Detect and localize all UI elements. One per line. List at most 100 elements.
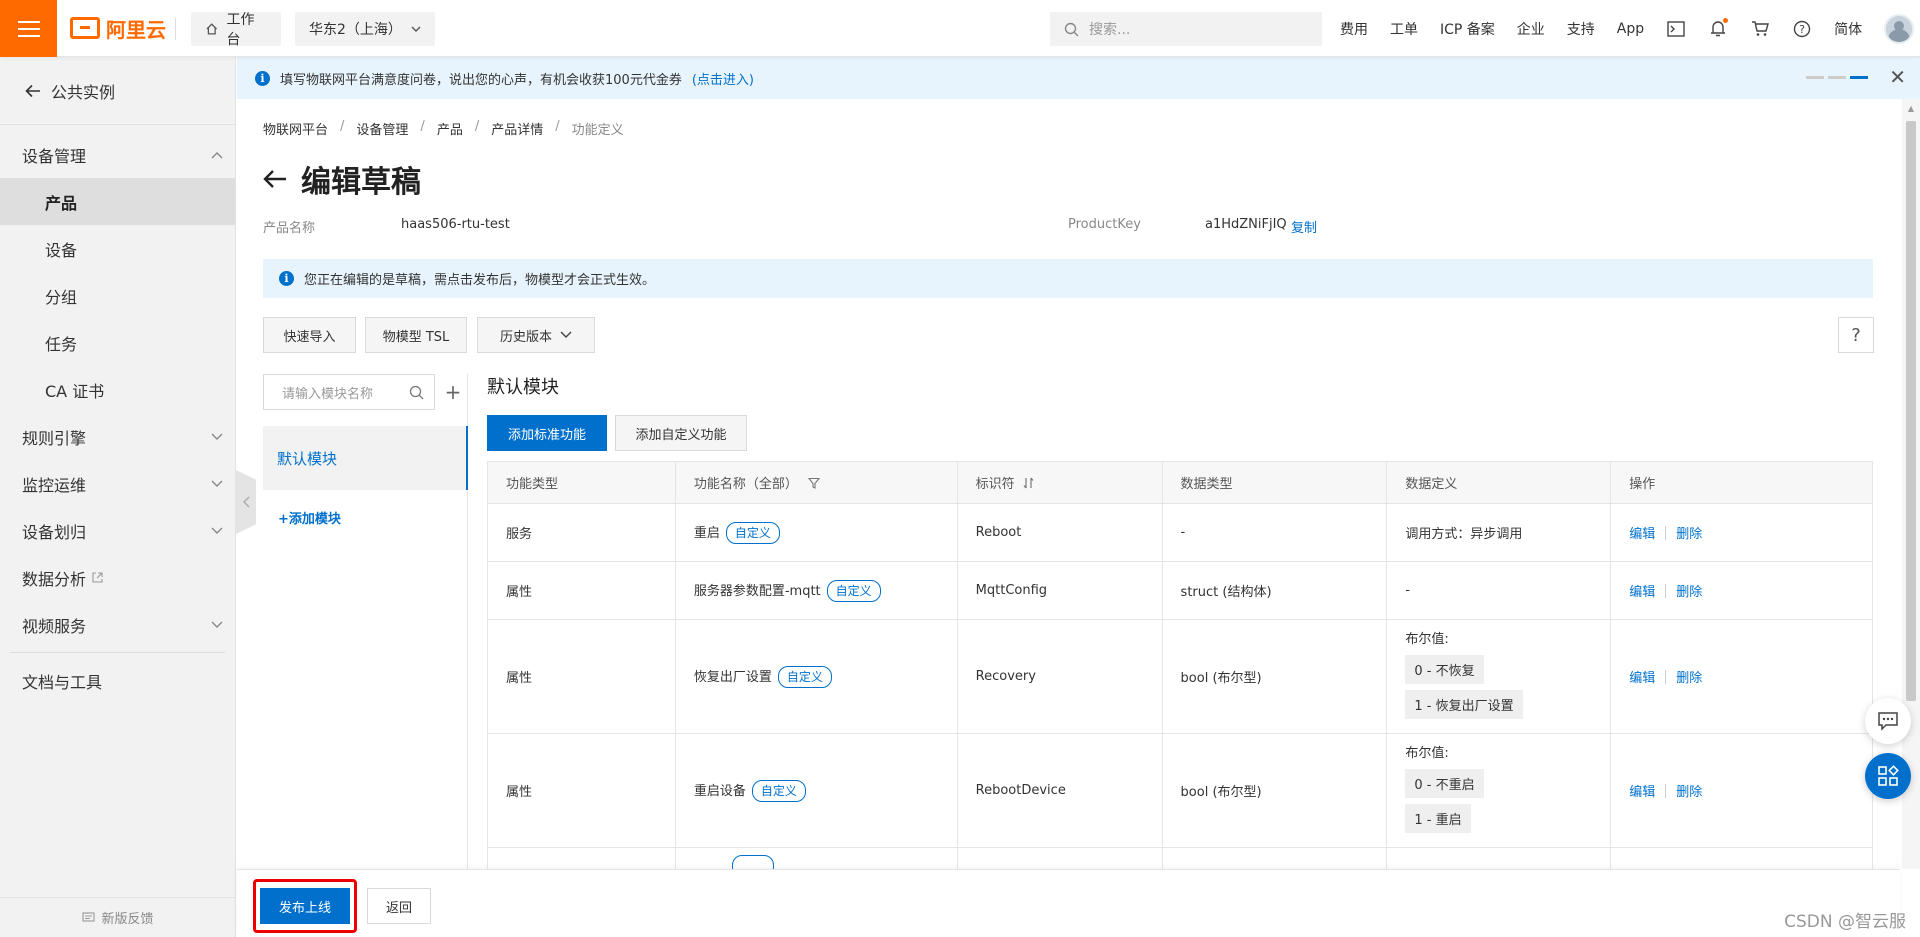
sidebar-group-video[interactable]: 视频服务: [0, 601, 235, 648]
product-name-value: haas506-rtu-test: [401, 217, 510, 232]
sidebar-item-device[interactable]: 设备: [0, 225, 235, 272]
sidebar-group-rules[interactable]: 规则引擎: [0, 413, 235, 460]
delete-link[interactable]: 删除: [1676, 785, 1702, 800]
search-placeholder: 搜索...: [1089, 22, 1131, 38]
search-icon: [409, 385, 424, 399]
chat-icon[interactable]: [1865, 698, 1911, 744]
edit-link[interactable]: 编辑: [1629, 585, 1655, 600]
draft-notice: i 您正在编辑的是草稿，需点击发布后，物模型才会正式生效。: [263, 259, 1873, 298]
divider: [1665, 784, 1667, 798]
bell-icon[interactable]: [1708, 17, 1729, 39]
filter-icon[interactable]: [807, 477, 821, 489]
help-button[interactable]: ?: [1838, 317, 1874, 353]
link-billing[interactable]: 费用: [1340, 19, 1368, 39]
cell-name: ____: [674, 847, 958, 869]
module-title: 默认模块: [487, 377, 559, 398]
sidebar-group-device-mgmt[interactable]: 设备管理: [0, 131, 235, 178]
user-avatar[interactable]: [1884, 13, 1915, 44]
cell-data-type: bool (布尔型): [1161, 619, 1388, 734]
arrow-left-icon: [25, 84, 40, 97]
edit-link[interactable]: 编辑: [1629, 527, 1655, 542]
pager-dot-active[interactable]: [1850, 76, 1868, 79]
sidebar-item-task[interactable]: 任务: [0, 319, 235, 366]
chevron-down-icon: [411, 26, 421, 32]
add-standard-feature-button[interactable]: 添加标准功能: [487, 415, 607, 451]
terminal-icon[interactable]: [1666, 19, 1686, 39]
cell-data-def: 布尔值: 0 - 不恢复 1 - 恢复出厂设置: [1386, 619, 1612, 734]
add-module-icon[interactable]: +: [443, 374, 463, 410]
copy-link[interactable]: 复制: [1291, 217, 1317, 236]
sidebar-item-analytics[interactable]: 数据分析: [0, 554, 235, 601]
module-item-default[interactable]: 默认模块: [263, 426, 468, 490]
table-row: 属性 重启设备 自定义 RebootDevice bool (布尔型) 布尔值: …: [487, 733, 1873, 848]
sidebar-item-ca-cert[interactable]: CA 证书: [0, 366, 235, 413]
chevron-down-icon: [211, 621, 223, 628]
add-custom-feature-button[interactable]: 添加自定义功能: [615, 415, 747, 451]
breadcrumb-item[interactable]: 设备管理: [356, 119, 408, 138]
breadcrumb-item[interactable]: 物联网平台: [263, 119, 328, 138]
quick-import-button[interactable]: 快速导入: [263, 317, 356, 353]
edit-link[interactable]: 编辑: [1629, 785, 1655, 800]
link-support[interactable]: 支持: [1567, 19, 1595, 39]
sort-icon[interactable]: [1023, 477, 1035, 489]
scroll-up-icon[interactable]: ▲: [1902, 99, 1920, 117]
add-module-link[interactable]: +添加模块: [278, 508, 341, 527]
svg-text:?: ?: [1799, 23, 1805, 36]
tsl-button[interactable]: 物模型 TSL: [365, 317, 467, 353]
pager-dot[interactable]: [1828, 76, 1846, 79]
history-version-dropdown[interactable]: 历史版本: [477, 317, 595, 353]
back-to-public-instance[interactable]: 公共实例: [0, 57, 235, 125]
language-switch[interactable]: 简体: [1834, 19, 1862, 39]
edit-link[interactable]: 编辑: [1629, 671, 1655, 686]
apps-icon[interactable]: [1865, 753, 1911, 799]
sidebar-item-docs[interactable]: 文档与工具: [0, 657, 235, 704]
bool-label: 布尔值:: [1405, 746, 1449, 761]
publish-button[interactable]: 发布上线: [260, 888, 350, 924]
breadcrumb-item[interactable]: 产品详情: [491, 119, 543, 138]
sidebar-item-group[interactable]: 分组: [0, 272, 235, 319]
col-header-identifier[interactable]: 标识符: [956, 461, 1163, 504]
delete-link[interactable]: 删除: [1676, 527, 1702, 542]
close-icon[interactable]: ✕: [1889, 67, 1906, 87]
cell-data-type: [1161, 847, 1388, 869]
sidebar-item-product[interactable]: 产品: [0, 178, 235, 225]
feature-table: 功能类型 功能名称（全部） 标识符 数据类型 数据定义 操作 服务 重启 自定义 …: [487, 461, 1873, 869]
col-header-name[interactable]: 功能名称（全部）: [674, 461, 958, 504]
sidebar-group-ops[interactable]: 监控运维: [0, 460, 235, 507]
scrollbar-thumb[interactable]: [1906, 121, 1916, 701]
table-row: 服务 重启 自定义 Reboot - 调用方式：异步调用 编辑 删除: [487, 503, 1873, 562]
back-button[interactable]: 返回: [367, 888, 431, 924]
page-title: 编辑草稿: [301, 165, 421, 200]
delete-link[interactable]: 删除: [1676, 671, 1702, 686]
product-key-value: a1HdZNiFjIQ: [1205, 217, 1287, 232]
breadcrumb-separator: /: [340, 119, 345, 134]
custom-tag: 自定义: [826, 579, 881, 602]
workbench-button[interactable]: 工作台: [191, 12, 281, 48]
arrow-left-icon[interactable]: [263, 169, 287, 189]
cart-icon[interactable]: [1750, 19, 1770, 39]
sidebar-group-assign[interactable]: 设备划归: [0, 507, 235, 554]
link-icp[interactable]: ICP 备案: [1440, 19, 1495, 39]
top-navigation-bar: 阿里云 工作台 华东2（上海） 搜索... 费用 工单 ICP 备案 企业 支持…: [0, 0, 1920, 57]
cell-identifier: Recovery: [956, 619, 1163, 734]
col-header-name-label: 功能名称（全部）: [693, 477, 798, 492]
help-icon[interactable]: ?: [1792, 19, 1812, 39]
vertical-scrollbar[interactable]: ▲: [1902, 99, 1920, 869]
module-search-input[interactable]: 请输入模块名称: [263, 374, 435, 410]
breadcrumb-item[interactable]: 产品: [437, 119, 463, 138]
global-search-input[interactable]: 搜索...: [1050, 12, 1322, 46]
delete-link[interactable]: 删除: [1676, 585, 1702, 600]
notice-link[interactable]: (点击进入): [692, 69, 754, 88]
menu-icon[interactable]: [0, 0, 57, 57]
cell-type: 属性: [487, 561, 676, 620]
link-app[interactable]: App: [1617, 21, 1644, 37]
link-enterprise[interactable]: 企业: [1517, 19, 1545, 39]
aliyun-logo[interactable]: 阿里云: [70, 14, 166, 42]
link-ticket[interactable]: 工单: [1390, 19, 1418, 39]
col-header-ops: 操作: [1610, 461, 1873, 504]
region-selector[interactable]: 华东2（上海）: [295, 12, 435, 46]
table-header-row: 功能类型 功能名称（全部） 标识符 数据类型 数据定义 操作: [487, 461, 1873, 504]
feedback-link[interactable]: 新版反馈: [0, 897, 236, 937]
survey-notice-bar: i 填写物联网平台满意度问卷，说出您的心声，有机会收获100元代金券 (点击进入…: [237, 57, 1920, 99]
pager-dot[interactable]: [1806, 76, 1824, 79]
